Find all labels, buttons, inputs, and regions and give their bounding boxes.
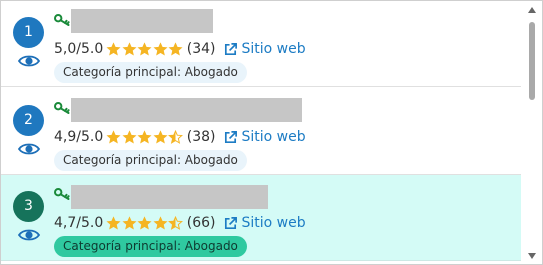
review-count: (34) — [186, 41, 216, 57]
star-icon — [168, 41, 183, 56]
star-icon — [106, 129, 121, 144]
star-icon — [137, 129, 152, 144]
eye-icon[interactable] — [18, 228, 40, 242]
star-rating — [106, 41, 184, 57]
rating-row: 4,7/5.0 (66) Sitio web — [54, 213, 306, 233]
website-link[interactable]: Sitio web — [242, 41, 306, 57]
star-icon — [137, 41, 152, 56]
rank-badge: 1 — [13, 17, 44, 48]
redacted-business-name — [71, 9, 213, 33]
rating-row: 5,0/5.0 (34) Sitio web — [54, 39, 306, 59]
redacted-business-name — [71, 98, 302, 122]
category-badge: Categoría principal: Abogado — [54, 62, 247, 83]
star-icon — [106, 41, 121, 56]
website-link[interactable]: Sitio web — [242, 129, 306, 145]
star-rating — [106, 129, 184, 145]
rank-badge: 2 — [13, 105, 44, 136]
eye-icon[interactable] — [18, 142, 40, 156]
key-icon — [54, 102, 70, 114]
star-icon — [137, 215, 152, 230]
star-icon — [122, 41, 137, 56]
external-link-icon[interactable] — [223, 42, 238, 57]
star-icon — [153, 129, 168, 144]
key-icon — [54, 14, 70, 26]
key-icon — [54, 188, 70, 200]
rating-score: 5,0/5.0 — [54, 41, 104, 57]
result-item[interactable]: 2 4,9/5.0 (38) Sitio web Categoría princ… — [1, 89, 521, 175]
review-count: (38) — [186, 129, 216, 145]
star-icon — [153, 215, 168, 230]
review-count: (66) — [186, 215, 216, 231]
scroll-up-arrow-icon[interactable] — [528, 7, 536, 13]
star-icon — [122, 129, 137, 144]
star-half-icon — [168, 129, 184, 144]
result-item[interactable]: 1 5,0/5.0 (34) Sitio web Categoría princ… — [1, 1, 521, 87]
results-panel: 1 5,0/5.0 (34) Sitio web Categoría princ… — [0, 0, 543, 265]
star-rating — [106, 215, 184, 231]
rating-score: 4,7/5.0 — [54, 215, 104, 231]
external-link-icon[interactable] — [223, 216, 238, 231]
category-badge: Categoría principal: Abogado — [54, 150, 247, 171]
star-icon — [122, 215, 137, 230]
result-item-selected[interactable]: 3 4,7/5.0 (66) Sitio web Categoría princ… — [1, 175, 521, 261]
star-icon — [153, 41, 168, 56]
scrollbar-thumb[interactable] — [529, 22, 535, 100]
results-list[interactable]: 1 5,0/5.0 (34) Sitio web Categoría princ… — [1, 1, 521, 264]
rating-score: 4,9/5.0 — [54, 129, 104, 145]
category-badge: Categoría principal: Abogado — [54, 236, 247, 257]
external-link-icon[interactable] — [223, 130, 238, 145]
star-icon — [106, 215, 121, 230]
vertical-scrollbar[interactable] — [523, 1, 542, 264]
website-link[interactable]: Sitio web — [242, 215, 306, 231]
star-half-icon — [168, 215, 184, 230]
redacted-business-name — [71, 185, 268, 209]
scroll-down-arrow-icon[interactable] — [528, 253, 536, 259]
rank-badge: 3 — [13, 191, 44, 222]
eye-icon[interactable] — [18, 54, 40, 68]
rating-row: 4,9/5.0 (38) Sitio web — [54, 127, 306, 147]
